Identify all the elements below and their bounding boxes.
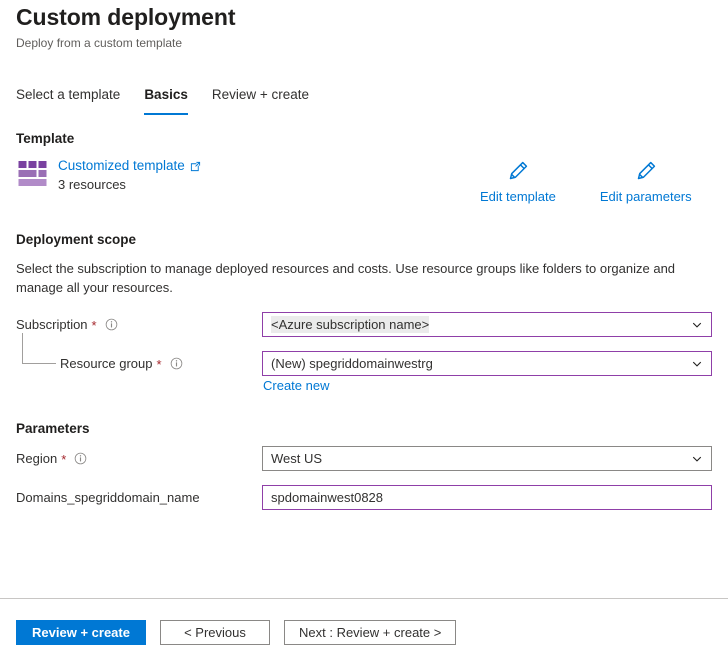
customized-template-link[interactable]: Customized template <box>58 157 185 174</box>
tab-review-create[interactable]: Review + create <box>212 86 309 115</box>
page-title: Custom deployment <box>16 4 235 31</box>
template-resource-count: 3 resources <box>58 177 201 192</box>
info-icon[interactable] <box>170 357 183 370</box>
create-new-resource-group-link[interactable]: Create new <box>263 378 329 393</box>
next-review-create-button[interactable]: Next : Review + create > <box>284 620 456 645</box>
info-icon[interactable] <box>74 452 87 465</box>
region-value: West US <box>271 451 685 466</box>
resource-group-value: (New) spegriddomainwestrg <box>271 356 685 371</box>
resource-group-tree-connector <box>22 333 56 364</box>
deployment-scope-description: Select the subscription to manage deploy… <box>16 259 676 297</box>
template-edit-actions: Edit template Edit parameters <box>480 160 692 204</box>
domain-name-label-group: Domains_spegriddomain_name <box>16 490 200 505</box>
subscription-dropdown[interactable]: <Azure subscription name> <box>262 312 712 337</box>
custom-deployment-page: Custom deployment Deploy from a custom t… <box>0 0 728 662</box>
subscription-label: Subscription <box>16 317 88 332</box>
template-text: Customized template 3 resources <box>58 157 201 192</box>
review-create-button[interactable]: Review + create <box>16 620 146 645</box>
region-required-marker: * <box>61 453 66 466</box>
resource-group-required-marker: * <box>157 358 162 371</box>
customized-template-link-row[interactable]: Customized template <box>58 157 201 174</box>
tab-select-a-template[interactable]: Select a template <box>16 86 120 115</box>
template-section-heading: Template <box>16 131 74 146</box>
region-label: Region <box>16 451 57 466</box>
region-label-group: Region * <box>16 451 87 466</box>
external-link-icon <box>190 161 201 172</box>
arm-template-icon <box>18 159 48 189</box>
edit-template-label: Edit template <box>480 189 556 204</box>
resource-group-label-group: Resource group * <box>60 356 183 371</box>
template-summary: Customized template 3 resources <box>18 157 201 192</box>
chevron-down-icon <box>691 453 703 465</box>
edit-parameters-label: Edit parameters <box>600 189 692 204</box>
pencil-icon <box>507 160 529 182</box>
resource-group-label: Resource group <box>60 356 153 371</box>
chevron-down-icon <box>691 358 703 370</box>
wizard-tabs: Select a template Basics Review + create <box>16 86 333 115</box>
chevron-down-icon <box>691 319 703 331</box>
domain-name-label: Domains_spegriddomain_name <box>16 490 200 505</box>
info-icon[interactable] <box>105 318 118 331</box>
footer-divider <box>0 598 728 599</box>
domain-name-value: spdomainwest0828 <box>271 490 703 505</box>
region-dropdown[interactable]: West US <box>262 446 712 471</box>
tab-basics[interactable]: Basics <box>144 86 188 115</box>
page-subtitle: Deploy from a custom template <box>16 36 182 50</box>
subscription-required-marker: * <box>92 319 97 332</box>
footer-actions: Review + create < Previous Next : Review… <box>16 620 470 645</box>
deployment-scope-heading: Deployment scope <box>16 232 136 247</box>
resource-group-dropdown[interactable]: (New) spegriddomainwestrg <box>262 351 712 376</box>
parameters-heading: Parameters <box>16 421 90 436</box>
subscription-value: <Azure subscription name> <box>271 316 429 333</box>
domain-name-input[interactable]: spdomainwest0828 <box>262 485 712 510</box>
previous-button[interactable]: < Previous <box>160 620 270 645</box>
edit-template-button[interactable]: Edit template <box>480 160 556 204</box>
edit-parameters-button[interactable]: Edit parameters <box>600 160 692 204</box>
pencil-icon <box>635 160 657 182</box>
subscription-label-group: Subscription * <box>16 317 118 332</box>
